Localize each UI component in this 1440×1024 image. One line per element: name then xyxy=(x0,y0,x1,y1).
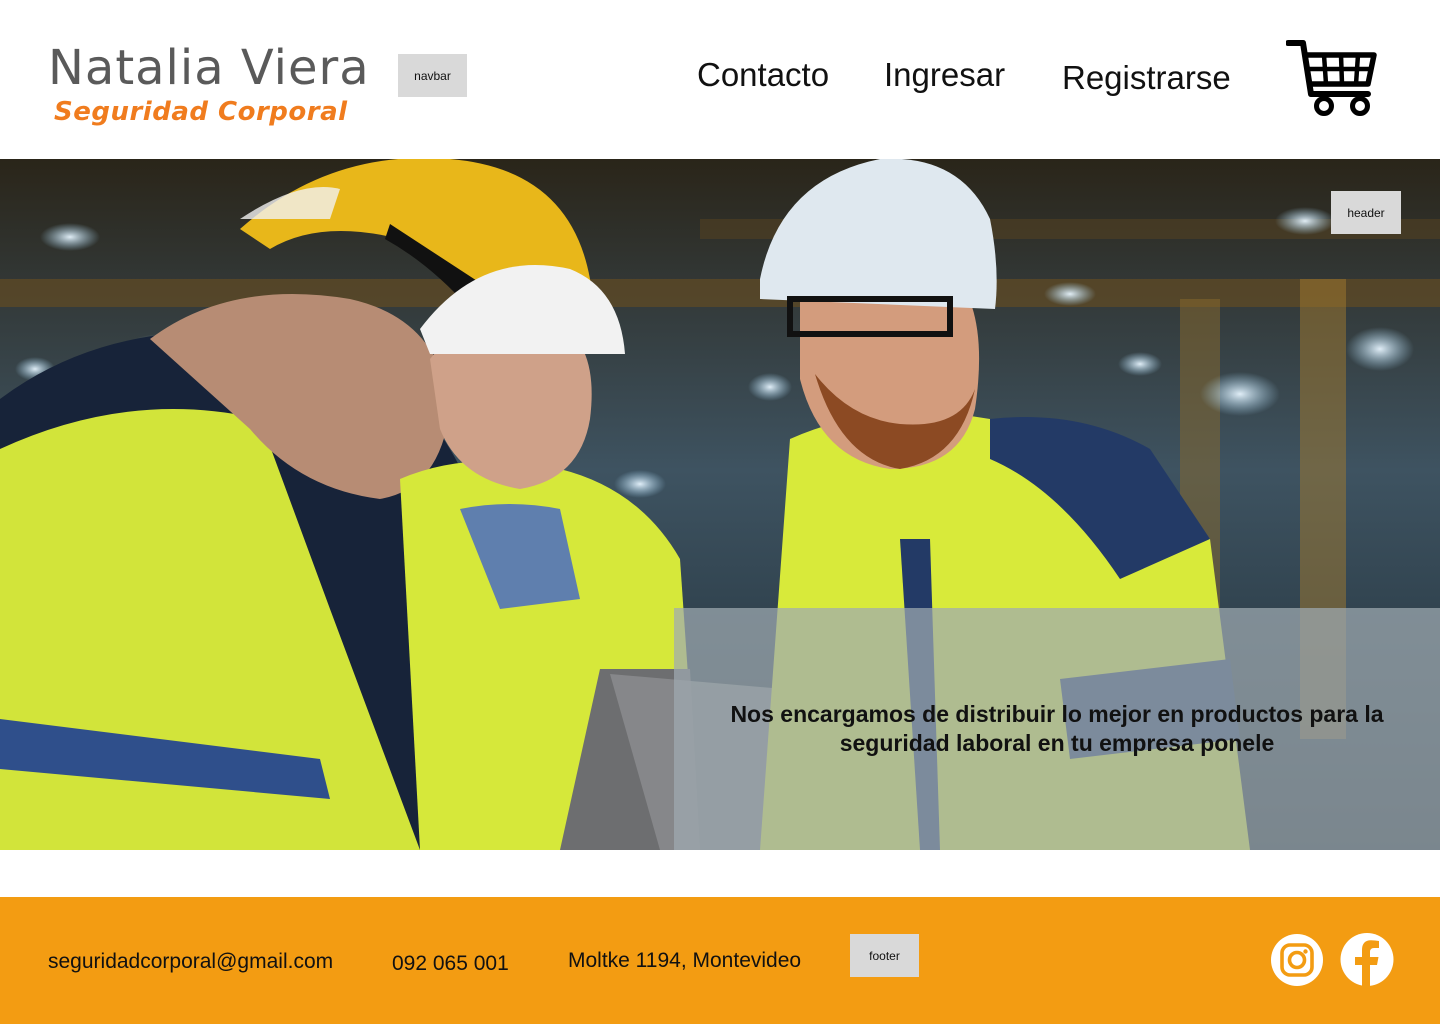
logo-tagline: Seguridad Corporal xyxy=(54,97,348,127)
hero-message: Nos encargamos de distribuir lo mejor en… xyxy=(730,701,1384,756)
footer-address: Moltke 1194, Montevideo xyxy=(568,949,802,972)
nav-link-registrarse[interactable]: Registrarse xyxy=(1062,59,1231,97)
logo[interactable]: Natalia Viera Seguridad Corporal xyxy=(48,40,369,130)
footer-phone: 092 065 001 xyxy=(392,952,509,975)
nav-link-ingresar[interactable]: Ingresar xyxy=(884,56,1005,94)
shopping-cart-icon[interactable] xyxy=(1285,38,1378,118)
hero-message-panel: Nos encargamos de distribuir lo mejor en… xyxy=(674,608,1440,850)
footer-tag-label: footer xyxy=(850,934,919,977)
footer-email-link[interactable]: seguridadcorporal@gmail.com xyxy=(48,950,333,974)
logo-name: Natalia Viera xyxy=(48,40,370,96)
navbar-tag-label: navbar xyxy=(398,54,467,97)
footer: seguridadcorporal@gmail.com 092 065 001 … xyxy=(0,897,1440,1024)
instagram-icon[interactable] xyxy=(1271,934,1323,986)
facebook-icon[interactable] xyxy=(1339,933,1395,986)
nav-link-contacto[interactable]: Contacto xyxy=(697,56,829,94)
header-tag-label: header xyxy=(1331,191,1401,234)
navbar: Natalia Viera Seguridad Corporal navbar … xyxy=(0,0,1440,159)
hero-banner: header Nos encargamos de distribuir lo m… xyxy=(0,159,1440,850)
